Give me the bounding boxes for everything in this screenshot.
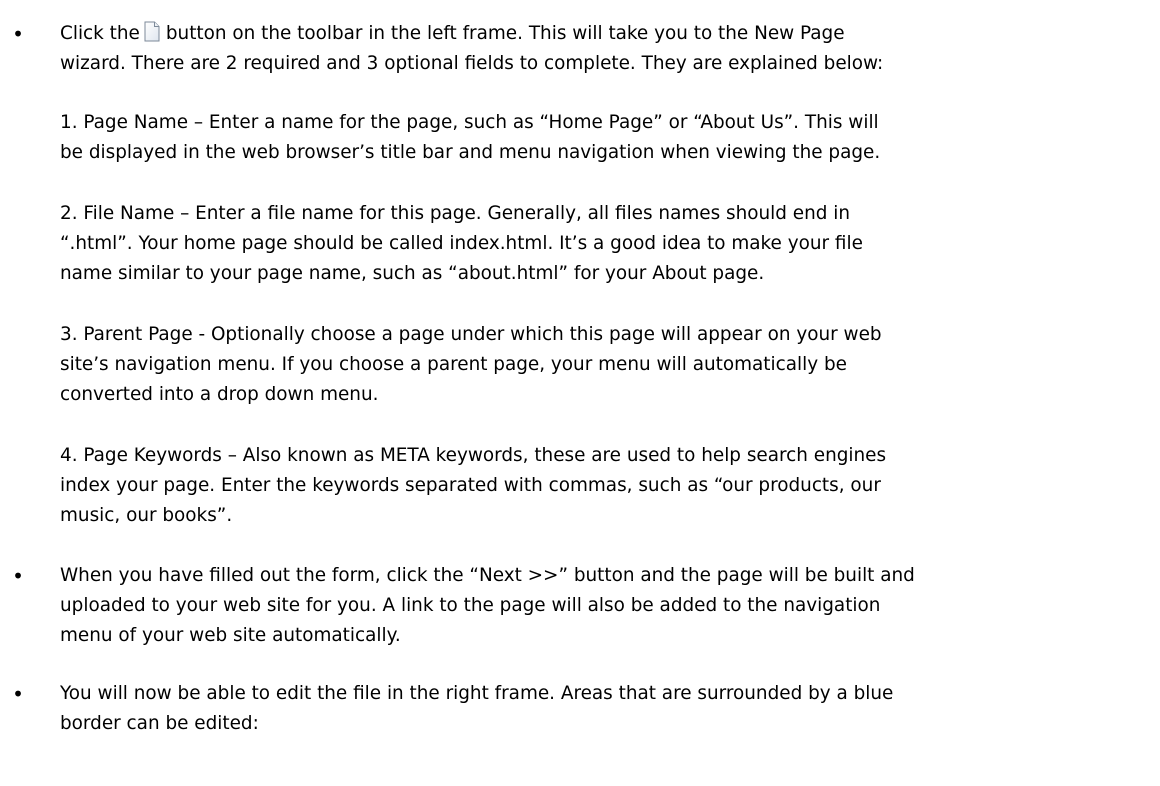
field-file-name: 2. File Name – Enter a file name for thi…	[60, 199, 1120, 289]
new-page-icon	[144, 21, 160, 42]
field-parent-page-line3: converted into a drop down menu.	[60, 384, 379, 405]
step-submit-form-line1: When you have filled out the form, click…	[60, 565, 915, 586]
field-page-keywords-line3: music, our books”.	[60, 505, 233, 526]
field-file-name-line3: name similar to your page name, such as …	[60, 263, 765, 284]
step-submit-form: • When you have filled out the form, cli…	[12, 561, 1120, 651]
step-new-page-line2: wizard. There are 2 required and 3 optio…	[60, 53, 884, 74]
step-edit-file-line2: border can be edited:	[60, 713, 259, 734]
step-edit-file: • You will now be able to edit the file …	[12, 679, 1120, 739]
step-new-page-line1: Click the button on the toolbar in the l…	[60, 19, 1120, 49]
click-the-text: Click the	[60, 23, 140, 44]
field-page-keywords-line1: 4. Page Keywords – Also known as META ke…	[60, 445, 887, 466]
step-new-page-text: button on the toolbar in the left frame.…	[165, 23, 845, 44]
step-new-page: • Click the button on the toolbar in the…	[12, 19, 1120, 79]
step-submit-form-line3: menu of your web site automatically.	[60, 625, 401, 646]
step-submit-form-line2: uploaded to your web site for you. A lin…	[60, 595, 881, 616]
field-page-keywords-line2: index your page. Enter the keywords sepa…	[60, 475, 881, 496]
field-page-name-line2: be displayed in the web browser’s title …	[60, 142, 881, 163]
field-parent-page-line1: 3. Parent Page - Optionally choose a pag…	[60, 324, 882, 345]
field-file-name-line2: “.html”. Your home page should be called…	[60, 233, 863, 254]
bullet: •	[12, 564, 24, 588]
field-page-name-line1: 1. Page Name – Enter a name for the page…	[60, 112, 879, 133]
field-page-keywords: 4. Page Keywords – Also known as META ke…	[60, 441, 1120, 531]
field-page-name: 1. Page Name – Enter a name for the page…	[60, 108, 1120, 168]
step-edit-file-line1: You will now be able to edit the file in…	[60, 683, 894, 704]
field-parent-page: 3. Parent Page - Optionally choose a pag…	[60, 320, 1120, 410]
bullet: •	[12, 22, 24, 46]
bullet: •	[12, 682, 24, 706]
field-parent-page-line2: site’s navigation menu. If you choose a …	[60, 354, 847, 375]
field-file-name-line1: 2. File Name – Enter a file name for thi…	[60, 203, 851, 224]
instructions-document: • Click the button on the toolbar in the…	[0, 0, 1160, 786]
